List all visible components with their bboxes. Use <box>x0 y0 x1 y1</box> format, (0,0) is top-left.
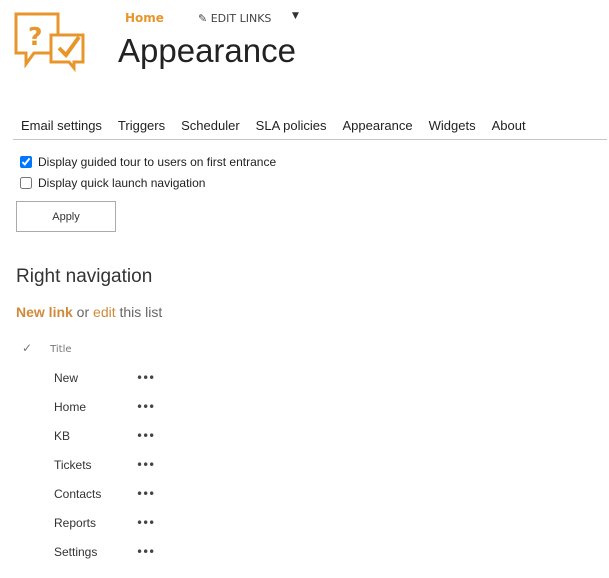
list-item[interactable]: Settings <box>54 545 97 559</box>
tab-about[interactable]: About <box>484 118 534 139</box>
more-options-icon[interactable]: ••• <box>136 400 155 414</box>
or-text: or <box>72 304 94 320</box>
logo-icon: ? <box>14 12 85 72</box>
tab-scheduler[interactable]: Scheduler <box>173 118 248 139</box>
pencil-icon: ✎ <box>198 12 208 25</box>
more-options-icon[interactable]: ••• <box>136 487 155 501</box>
edit-link[interactable]: edit <box>93 304 116 320</box>
list-item[interactable]: Contacts <box>54 487 101 501</box>
guided-tour-checkbox[interactable] <box>20 156 32 168</box>
guided-tour-label: Display guided tour to users on first en… <box>38 155 277 169</box>
tab-appearance[interactable]: Appearance <box>335 118 421 139</box>
tab-triggers[interactable]: Triggers <box>110 118 173 139</box>
tab-widgets[interactable]: Widgets <box>421 118 484 139</box>
list-item[interactable]: Tickets <box>54 458 92 472</box>
list-item[interactable]: Reports <box>54 516 96 530</box>
tab-sla-policies[interactable]: SLA policies <box>248 118 335 139</box>
more-options-icon[interactable]: ••• <box>136 429 155 443</box>
list-item[interactable]: New <box>54 371 78 385</box>
title-column-header[interactable]: Title <box>50 344 71 355</box>
quick-launch-checkbox[interactable] <box>20 177 32 189</box>
tab-email-settings[interactable]: Email settings <box>13 118 110 139</box>
select-all-check-icon[interactable]: ✓ <box>22 341 32 355</box>
caret-down-icon[interactable]: ▼ <box>292 11 299 21</box>
new-link[interactable]: New link <box>16 304 73 320</box>
list-item[interactable]: Home <box>54 400 86 414</box>
this-list-text: this list <box>115 304 163 320</box>
section-title: Right navigation <box>16 266 153 287</box>
edit-links-button[interactable]: ✎ EDIT LINKS <box>198 12 271 25</box>
edit-links-label: EDIT LINKS <box>210 12 272 25</box>
list-header: ✓ Title <box>22 341 72 355</box>
settings-tabs: Email settings Triggers Scheduler SLA po… <box>13 118 607 140</box>
more-options-icon[interactable]: ••• <box>136 516 155 530</box>
list-item[interactable]: KB <box>54 429 70 443</box>
list-actions: New link or edit this list <box>16 304 162 320</box>
guided-tour-option[interactable]: Display guided tour to users on first en… <box>20 155 276 169</box>
apply-button[interactable]: Apply <box>16 201 116 232</box>
quick-launch-label: Display quick launch navigation <box>38 176 206 190</box>
more-options-icon[interactable]: ••• <box>136 545 155 559</box>
page-title: Appearance <box>118 32 296 69</box>
more-options-icon[interactable]: ••• <box>136 458 155 472</box>
more-options-icon[interactable]: ••• <box>136 371 155 385</box>
svg-text:?: ? <box>28 22 43 51</box>
quick-launch-option[interactable]: Display quick launch navigation <box>20 176 205 190</box>
home-link[interactable]: Home <box>125 11 164 25</box>
